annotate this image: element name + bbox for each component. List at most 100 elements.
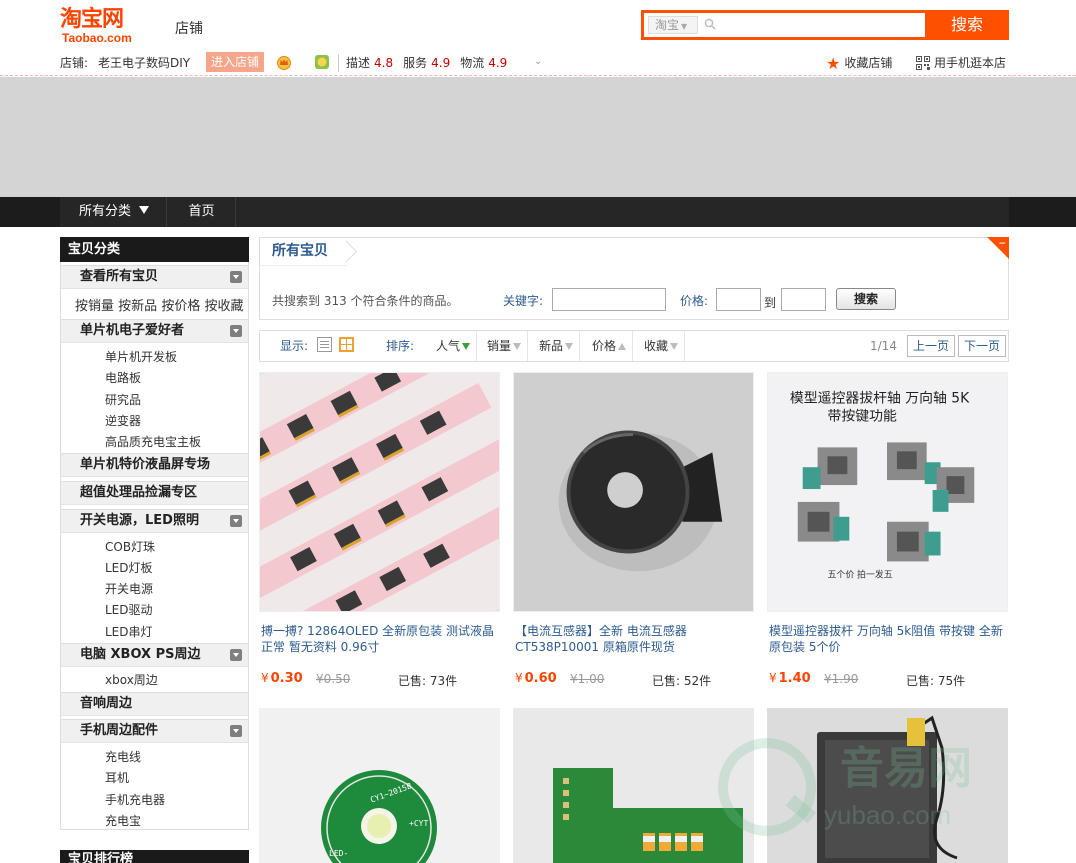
sidebar-category[interactable]: 开关电源，LED照明 [61, 509, 248, 533]
collapse-icon[interactable] [230, 515, 242, 527]
nav-home[interactable]: 首页 [168, 197, 236, 227]
product-price: ¥0.30 [261, 671, 303, 686]
sidebar-subcategory[interactable]: 单片机开发板 [105, 348, 177, 365]
sidebar-subcategory[interactable]: LED串灯 [105, 623, 153, 640]
qr-code-icon [916, 56, 930, 70]
sort-by-new[interactable]: 按新品 [118, 299, 157, 314]
favorite-shop-label: 收藏店铺 [844, 56, 893, 70]
sidebar-subcategory[interactable]: 手机充电器 [105, 791, 165, 808]
sort-popularity[interactable]: 人气 [430, 331, 478, 361]
collapse-icon[interactable] [230, 325, 242, 337]
product-original-price: ¥1.00 [570, 672, 605, 686]
sort-by-price[interactable]: 按价格 [161, 299, 200, 314]
keyword-label: 关键字: [503, 294, 544, 308]
product-title[interactable]: 搏一搏? 12864OLED 全新原包装 测试液晶 正常 暂无资料 0.96寸 [261, 623, 499, 655]
product-original-price: ¥0.50 [316, 672, 351, 686]
sidebar-category[interactable]: 单片机电子爱好者 [61, 319, 248, 343]
product-image[interactable]: CY1~2015B +CYT LED- [259, 708, 500, 863]
sort-by-favorites[interactable]: 按收藏 [204, 299, 243, 314]
prev-page-button[interactable]: 上一页 [907, 335, 956, 357]
image-caption-bottom: 五个价 拍一发五 [828, 568, 893, 580]
tab-all-items[interactable]: 所有宝贝 [260, 238, 348, 266]
sort-toolbar: 显示: 排序: 人气 销量 新品 价格 收藏 1/14 上一页 下一页 [259, 330, 1009, 362]
sidebar-subcategory[interactable]: 逆变器 [105, 412, 141, 429]
nav-all-categories[interactable]: 所有分类 [60, 197, 167, 227]
sidebar-subcategory[interactable]: 高品质充电宝主板 [105, 433, 201, 450]
sort-favorites[interactable]: 收藏 [638, 331, 686, 361]
price-to-label: 到 [764, 296, 777, 310]
sidebar-subcategory[interactable]: xbox周边 [105, 671, 158, 688]
price-max-input[interactable] [781, 288, 826, 311]
shield-icon[interactable] [314, 54, 330, 70]
board-label-2: +CYT [409, 819, 428, 828]
product-image[interactable] [767, 708, 1008, 863]
sidebar-subcategory[interactable]: LED灯板 [105, 559, 153, 576]
sort-by-sales[interactable]: 按销量 [75, 299, 114, 314]
product-image[interactable]: 模型遥控器拔杆轴 万向轴 5K 带按键功能 五个价 拍一发五 [767, 372, 1008, 612]
sidebar-category[interactable]: 电脑 XBOX PS周边 [61, 643, 248, 667]
collapse-icon[interactable] [230, 649, 242, 661]
sidebar-subcategory[interactable]: 研究品 [105, 391, 141, 408]
keyword-input[interactable] [552, 288, 666, 311]
collapse-icon[interactable] [230, 271, 242, 283]
ranking-title: 宝贝排行榜 [60, 850, 249, 863]
corner-minus-icon[interactable]: − [998, 239, 1006, 249]
rating-service: 服务 4.9 [403, 56, 451, 70]
product-title[interactable]: 模型遥控器拔杆 万向轴 5k阻值 带按键 全新原包装 5个价 [769, 623, 1007, 655]
image-caption-top: 模型遥控器拔杆轴 万向轴 5K [790, 391, 970, 407]
sidebar-subcategory[interactable]: 开关电源 [105, 580, 153, 597]
sidebar-category[interactable]: 单片机特价液晶屏专场 [61, 453, 248, 477]
sort-sales[interactable]: 销量 [481, 331, 529, 361]
sidebar-subcategory[interactable]: 耳机 [105, 769, 129, 786]
product-title[interactable]: 【电流互感器】全新 电流互感器 CT538P10001 原箱原件现货 [515, 623, 753, 655]
shop-label: 店铺: [60, 56, 89, 70]
price-min-input[interactable] [716, 288, 761, 311]
next-page-button[interactable]: 下一页 [958, 335, 1007, 357]
arrow-down-icon [670, 343, 679, 350]
header-divider [0, 75, 1076, 76]
product-sold-count: 已售: 52件 [652, 674, 712, 688]
arrow-up-icon [618, 343, 627, 350]
search-scope-select[interactable]: 淘宝 ▼ [648, 16, 698, 34]
sidebar-view-all[interactable]: 查看所有宝贝 [61, 265, 248, 289]
sidebar-title: 宝贝分类 [60, 237, 249, 262]
sidebar-subcategory[interactable]: 充电线 [105, 748, 141, 765]
shop-ratings[interactable]: 描述 4.8 服务 4.9 物流 4.9 [338, 54, 517, 72]
shop-info-bar: 店铺: 老王电子数码DIY 进入店铺 描述 4.8 服务 4.9 物流 4.9 ⌄ ★ 收藏… [60, 52, 1010, 73]
price-label: 价格: [680, 294, 709, 308]
sidebar-subcategory[interactable]: 充电宝 [105, 812, 141, 829]
triangle-down-icon [139, 206, 150, 214]
search-panel: 所有宝贝 − 共搜索到 313 个符合条件的商品。 关键字: 价格: 到 搜索 [259, 237, 1009, 320]
chevron-down-icon: ▼ [681, 22, 688, 31]
keyword-search-button[interactable]: 搜索 [836, 288, 896, 310]
logo-en: Taobao.com [62, 31, 132, 45]
product-image[interactable] [513, 708, 754, 863]
sidebar-category[interactable]: 音响周边 [61, 692, 248, 716]
sort-new[interactable]: 新品 [533, 331, 581, 361]
product-image[interactable] [259, 372, 500, 612]
collapse-icon[interactable] [230, 725, 242, 737]
sidebar-subcategory[interactable]: LED驱动 [105, 601, 153, 618]
sidebar-subcategory[interactable]: 电路板 [105, 369, 141, 386]
grid-view-icon[interactable] [339, 337, 354, 352]
mobile-shop-link[interactable]: 用手机逛本店 [916, 54, 1006, 72]
search-input[interactable] [722, 15, 922, 35]
shop-name[interactable]: 老王电子数码DIY [98, 54, 190, 72]
sidebar-subcategory[interactable]: COB灯珠 [105, 538, 155, 555]
search-box: 淘宝 ▼ 搜索 [641, 10, 1009, 40]
mobile-shop-label: 用手机逛本店 [934, 56, 1007, 70]
enter-shop-button[interactable]: 进入店铺 [206, 52, 264, 72]
sidebar-category[interactable]: 超值处理品捡漏专区 [61, 481, 248, 505]
arrow-down-icon [513, 343, 522, 350]
crown-icon[interactable] [276, 54, 292, 70]
sidebar-category[interactable]: 手机周边配件 [61, 719, 248, 743]
sort-price[interactable]: 价格 [586, 331, 634, 361]
product-original-price: ¥1.90 [824, 672, 859, 686]
list-view-icon[interactable] [317, 337, 332, 352]
taobao-logo[interactable]: 淘宝网 Taobao.com [60, 8, 152, 45]
search-scope-label: 淘宝 [655, 18, 680, 32]
search-button[interactable]: 搜索 [925, 10, 1009, 40]
favorite-shop-link[interactable]: ★ 收藏店铺 [826, 54, 892, 73]
chevron-down-icon[interactable]: ⌄ [534, 53, 542, 71]
product-image[interactable] [513, 372, 754, 612]
